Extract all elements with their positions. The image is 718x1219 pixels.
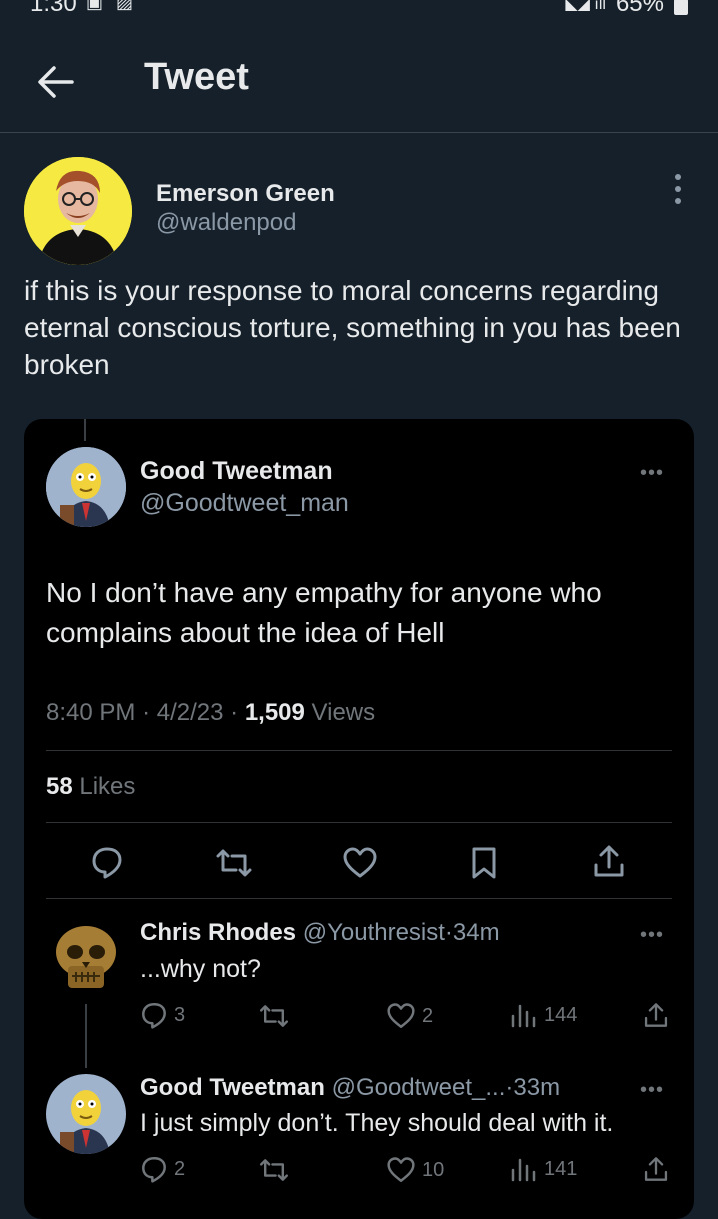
page-title: Tweet — [144, 56, 249, 98]
reply-age: 34m — [452, 919, 500, 946]
reply-icon[interactable] — [90, 845, 124, 879]
share-icon[interactable] — [643, 1000, 669, 1030]
notification-icons: ▣ ▨ — [86, 0, 138, 12]
thread-line — [85, 1004, 87, 1068]
reply-views-action[interactable]: 144 — [510, 1002, 577, 1028]
reply-text: I just simply don’t. They should deal wi… — [140, 1109, 614, 1137]
quote-likes[interactable]: 58 Likes — [46, 773, 135, 801]
divider — [46, 750, 672, 751]
battery-icon — [674, 0, 688, 15]
quote-views-label: Views — [311, 699, 376, 726]
back-arrow-icon[interactable] — [36, 62, 76, 102]
author-avatar-image — [24, 157, 132, 265]
reply-author-name[interactable]: Good Tweetman — [140, 1074, 325, 1101]
reply-avatar[interactable] — [46, 1074, 126, 1154]
reply-more-icon[interactable]: ••• — [640, 924, 664, 947]
thread-line — [84, 419, 86, 441]
reply-like-action[interactable]: 10 — [386, 1156, 444, 1184]
author-avatar[interactable] — [24, 157, 132, 265]
author-name[interactable]: Emerson Green — [156, 180, 335, 208]
quote-views-count: 1,509 — [244, 699, 305, 726]
reply-author-handle[interactable]: @Youthresist — [303, 919, 445, 946]
more-options-icon[interactable] — [666, 172, 690, 206]
status-bar: 1:30 ▣ ▨ ◣◢ ıll 65% — [0, 0, 718, 22]
tweet-text: if this is your response to moral concer… — [24, 275, 681, 380]
reply-count: 2 — [174, 1157, 186, 1180]
reply-header: Good Tweetman @Goodtweet_...·33m — [140, 1074, 561, 1101]
views-icon — [511, 1158, 536, 1182]
reply-icon — [142, 1003, 166, 1029]
quote-author-name[interactable]: Good Tweetman — [140, 457, 333, 486]
author-handle[interactable]: @waldenpod — [156, 209, 296, 237]
reply-author-handle[interactable]: @Goodtweet_... — [332, 1074, 506, 1101]
like-icon[interactable] — [342, 846, 378, 880]
quote-likes-count: 58 — [46, 773, 73, 800]
retweet-icon — [260, 1005, 288, 1027]
reply-retweet-action[interactable] — [258, 1156, 296, 1184]
quote-likes-label: Likes — [79, 773, 136, 800]
reply-author-name[interactable]: Chris Rhodes — [140, 919, 296, 946]
quote-author-avatar-image — [46, 447, 126, 527]
like-count: 2 — [422, 1004, 434, 1027]
status-right: ◣◢ ıll 65% — [565, 0, 688, 18]
like-count: 10 — [422, 1158, 445, 1181]
like-icon — [387, 1157, 415, 1182]
share-icon[interactable] — [643, 1154, 669, 1184]
header-bar: Tweet — [0, 40, 718, 133]
quote-meta: 8:40 PM · 4/2/23 · 1,509 Views — [46, 699, 376, 726]
reply-icon — [142, 1157, 166, 1183]
reply-header: Chris Rhodes @Youthresist·34m — [140, 919, 500, 946]
reply-avatar-image — [46, 1074, 126, 1154]
retweet-icon — [260, 1159, 288, 1181]
reply-views-action[interactable]: 141 — [510, 1156, 577, 1182]
divider — [46, 898, 672, 899]
views-count: 141 — [544, 1157, 578, 1180]
quote-text: No I don’t have any empathy for anyone w… — [46, 577, 602, 648]
views-count: 144 — [544, 1003, 578, 1026]
reply-more-icon[interactable]: ••• — [640, 1079, 664, 1102]
status-time: 1:30 — [30, 0, 77, 17]
quote-date: 4/2/23 — [156, 699, 224, 726]
quote-time: 8:40 PM — [46, 699, 136, 726]
divider — [46, 822, 672, 823]
quote-author-avatar[interactable] — [46, 447, 126, 527]
quote-author-handle[interactable]: @Goodtweet_man — [140, 489, 349, 518]
battery-level: 65% — [615, 0, 664, 17]
reply-retweet-action[interactable] — [258, 1002, 296, 1030]
skull-avatar-image — [46, 918, 126, 998]
retweet-icon[interactable] — [214, 846, 254, 880]
quote-more-icon[interactable]: ••• — [640, 462, 664, 485]
reply-reply-action[interactable]: 2 — [140, 1155, 185, 1183]
reply-reply-action[interactable]: 3 — [140, 1001, 185, 1029]
share-icon[interactable] — [592, 843, 626, 879]
signal-icon: ◣◢ ıll — [565, 0, 606, 13]
reply-count: 3 — [174, 1003, 186, 1026]
reply-avatar[interactable] — [46, 918, 126, 998]
like-icon — [387, 1003, 415, 1028]
reply-like-action[interactable]: 2 — [386, 1002, 433, 1030]
views-icon — [511, 1004, 536, 1028]
reply-age: 33m — [513, 1074, 561, 1101]
reply-text: ...why not? — [140, 955, 261, 983]
bookmark-icon[interactable] — [470, 845, 498, 881]
